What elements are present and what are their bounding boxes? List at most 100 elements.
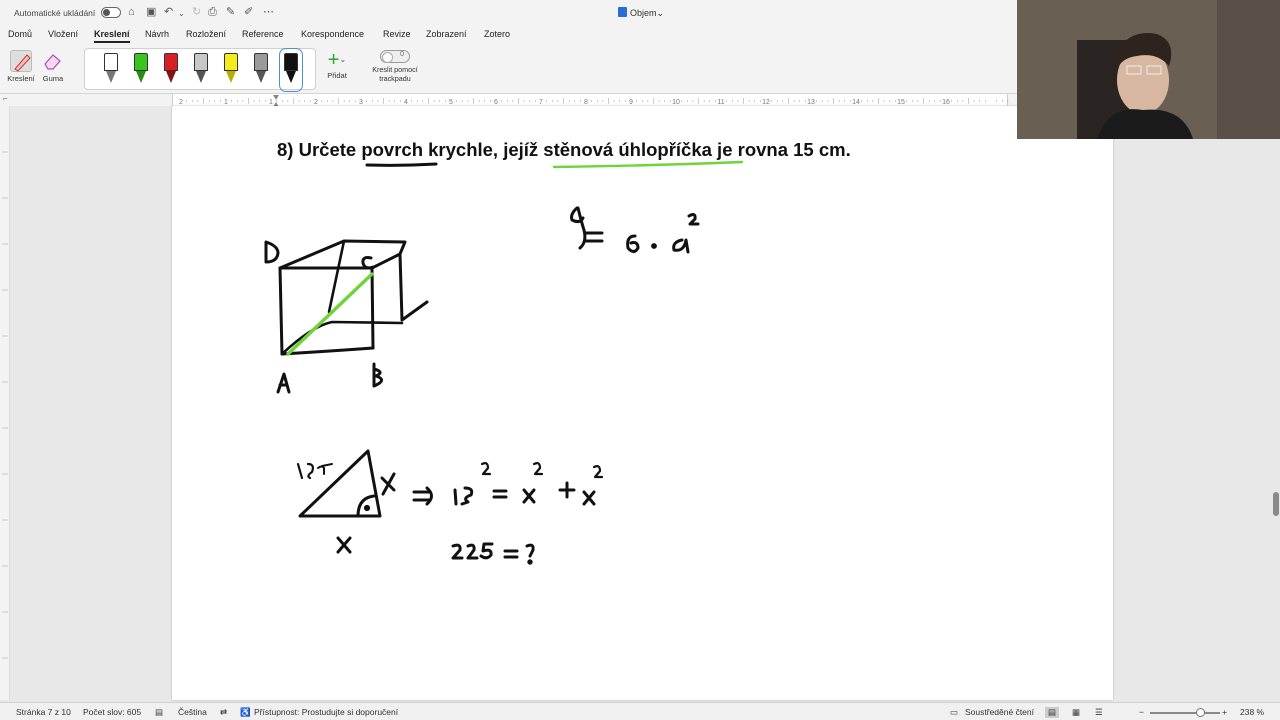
ruler-number: 13 bbox=[807, 99, 815, 106]
pen-red[interactable] bbox=[164, 53, 178, 87]
ruler-number: 9 bbox=[629, 99, 633, 106]
tab-insert[interactable]: Vložení bbox=[48, 29, 78, 39]
focus-icon[interactable]: ▭ bbox=[950, 707, 958, 718]
vertical-scrollbar[interactable] bbox=[1270, 106, 1280, 700]
word-count[interactable]: Počet slov: 605 bbox=[83, 707, 141, 717]
zoom-slider[interactable] bbox=[1150, 712, 1220, 714]
ruler-number: 1 bbox=[224, 99, 228, 106]
print-icon[interactable]: ⎙ bbox=[208, 5, 217, 19]
ruler-number: 2 bbox=[179, 99, 183, 106]
label-B bbox=[372, 362, 383, 388]
home-icon[interactable]: ⌂ bbox=[128, 5, 135, 19]
pen-icon[interactable]: ✎ bbox=[226, 5, 235, 19]
undo-dropdown-icon[interactable]: ⌄ bbox=[178, 7, 185, 21]
scrollbar-thumb[interactable] bbox=[1273, 492, 1279, 516]
underline-povrch bbox=[365, 162, 438, 167]
cube-labels bbox=[264, 240, 383, 394]
accessibility-icon[interactable]: ♿ bbox=[240, 707, 251, 718]
label-x-side bbox=[380, 472, 396, 496]
result-line bbox=[451, 542, 535, 565]
ruler-number: 11 bbox=[717, 99, 724, 106]
formula-surface bbox=[570, 206, 700, 254]
label-x-bottom bbox=[336, 536, 352, 554]
print-layout-icon[interactable]: ▤ bbox=[1045, 707, 1060, 718]
redo-icon[interactable]: ↻ bbox=[192, 5, 201, 19]
ruler-number: 1 bbox=[269, 99, 273, 106]
ruler-number: 3 bbox=[359, 99, 363, 106]
tab-references[interactable]: Reference bbox=[242, 29, 284, 39]
tab-review[interactable]: Revize bbox=[383, 29, 411, 39]
outline-icon[interactable]: ☰ bbox=[1095, 707, 1103, 718]
vertical-ruler bbox=[0, 106, 10, 700]
plus-icon: + bbox=[327, 49, 340, 71]
zoom-slider-knob[interactable] bbox=[1196, 708, 1205, 717]
document-name: Objem bbox=[630, 8, 657, 18]
eraser-button[interactable]: Guma bbox=[38, 50, 68, 83]
vertical-ruler-ticks bbox=[2, 151, 8, 659]
draw-icon bbox=[10, 50, 32, 72]
face-diagonal-green bbox=[286, 272, 374, 356]
label-15 bbox=[296, 462, 314, 480]
draw-tool-button[interactable]: Kreslení bbox=[6, 50, 36, 83]
label-D bbox=[264, 240, 280, 264]
ruler-number: 7 bbox=[539, 99, 543, 106]
page-count[interactable]: Stránka 7 z 10 bbox=[16, 707, 71, 717]
pen-gray[interactable] bbox=[254, 53, 268, 87]
proofing-icon[interactable]: ▤ bbox=[155, 707, 163, 718]
presenter-video-image bbox=[1017, 0, 1280, 139]
ruler-number: 6 bbox=[494, 99, 498, 106]
document-page[interactable]: 8) Určete povrch krychle, jejíž stěnová … bbox=[172, 106, 1113, 700]
ruler-number: 12 bbox=[762, 99, 770, 106]
tab-draw[interactable]: Kreslení bbox=[94, 29, 130, 43]
triangle-drawing bbox=[296, 449, 396, 554]
ruler-number: 14 bbox=[852, 99, 860, 106]
accessibility-label[interactable]: Přístupnost: Prostudujte si doporučení bbox=[254, 707, 398, 717]
format-painter-icon[interactable]: ✐ bbox=[244, 5, 253, 19]
track-changes-icon[interactable]: ⇄ bbox=[220, 707, 227, 718]
tab-design[interactable]: Návrh bbox=[145, 29, 169, 39]
tab-mailings[interactable]: Korespondence bbox=[301, 29, 364, 39]
status-bar: Stránka 7 z 10 Počet slov: 605 ▤ Čeština… bbox=[0, 702, 1280, 720]
eraser-icon bbox=[42, 50, 64, 72]
underline-stenova-uhloprícka bbox=[552, 160, 744, 169]
zoom-in-button[interactable]: + bbox=[1222, 707, 1227, 717]
word-doc-icon bbox=[618, 7, 627, 17]
ruler-number: 5 bbox=[449, 99, 453, 106]
save-icon[interactable]: ▣ bbox=[146, 5, 156, 19]
tab-zotero[interactable]: Zotero bbox=[484, 29, 510, 39]
focus-mode-label[interactable]: Soustředěné čtení bbox=[965, 707, 1034, 717]
pen-black-selected[interactable] bbox=[279, 48, 303, 92]
add-pen-button[interactable]: +⌄ Přidat bbox=[322, 50, 352, 80]
ruler-area: 2 1 1 2 3 4 5 6 7 8 9 10 11 12 13 14 15 16 bbox=[172, 94, 1031, 107]
more-icon[interactable]: ⋯ bbox=[263, 5, 274, 19]
document-title[interactable]: Objem⌄ bbox=[618, 7, 664, 19]
undo-icon[interactable]: ↶ bbox=[164, 5, 173, 19]
cube-drawing bbox=[278, 239, 429, 356]
chevron-down-icon: ⌄ bbox=[656, 8, 665, 18]
pen-green[interactable] bbox=[134, 53, 148, 87]
eraser-label: Guma bbox=[42, 74, 64, 83]
tab-stop-icon[interactable]: ⌐ bbox=[3, 94, 8, 103]
ruler-number: 2 bbox=[314, 99, 318, 106]
tab-home[interactable]: Domů bbox=[8, 29, 32, 39]
ink-canvas[interactable] bbox=[172, 106, 1113, 700]
ruler-number: 10 bbox=[672, 99, 680, 106]
pen-gallery bbox=[84, 48, 316, 92]
label-A bbox=[276, 372, 291, 394]
ruler-number: 4 bbox=[404, 99, 408, 106]
tab-layout[interactable]: Rozložení bbox=[186, 29, 226, 39]
highlighter-yellow[interactable] bbox=[224, 53, 238, 87]
pencil-gray[interactable] bbox=[194, 53, 208, 87]
web-layout-icon[interactable]: ▦ bbox=[1072, 707, 1080, 718]
draw-tool-label: Kreslení bbox=[7, 74, 35, 83]
zoom-out-button[interactable]: − bbox=[1139, 707, 1144, 717]
toggle-switch[interactable]: 0 bbox=[380, 50, 410, 63]
pen-white[interactable] bbox=[104, 53, 118, 87]
tab-view[interactable]: Zobrazení bbox=[426, 29, 467, 39]
chevron-down-icon: ⌄ bbox=[339, 55, 347, 64]
language-label[interactable]: Čeština bbox=[178, 707, 207, 717]
horizontal-ruler[interactable]: ⌐ 2 1 1 2 3 4 5 6 7 8 9 10 11 12 13 14 15 16 bbox=[0, 94, 1031, 107]
zoom-level[interactable]: 238 % bbox=[1240, 707, 1264, 717]
trackpad-draw-toggle[interactable]: 0 Kreslit pomocí trackpadu bbox=[365, 50, 425, 83]
autosave-toggle[interactable] bbox=[101, 7, 121, 18]
